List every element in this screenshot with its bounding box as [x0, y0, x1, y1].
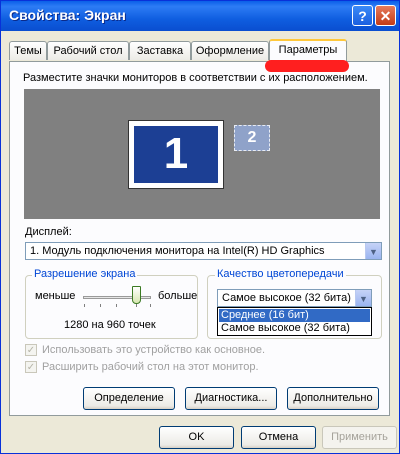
resolution-more-label: больше	[158, 290, 198, 302]
color-option-32bit[interactable]: Самое высокое (32 бита)	[219, 322, 370, 335]
color-quality-select-value: Самое высокое (32 бита)	[222, 292, 351, 304]
color-option-16bit[interactable]: Среднее (16 бит)	[219, 309, 370, 322]
monitor-2-icon[interactable]: 2	[234, 125, 270, 151]
display-select-value: 1. Модуль подключения монитора на Intel(…	[30, 245, 325, 257]
slider-tick	[136, 304, 137, 307]
annotation-mark	[265, 60, 349, 72]
monitor-1-label: 1	[134, 126, 218, 183]
display-properties-window: Свойства: Экран ? ✕ Темы Рабочий стол За…	[0, 0, 400, 454]
chevron-down-icon[interactable]: ▼	[355, 290, 371, 306]
resolution-less-label: меньше	[35, 290, 76, 302]
identify-button[interactable]: Определение	[83, 387, 175, 410]
window-title: Свойства: Экран	[9, 7, 126, 23]
slider-tick	[84, 304, 85, 307]
checkbox-check-icon: ✓	[25, 344, 37, 356]
slider-tick	[150, 304, 151, 307]
tab-settings[interactable]: Параметры	[269, 39, 347, 61]
slider-tick	[100, 304, 101, 307]
instruction-text: Разместите значки мониторов в соответств…	[23, 72, 368, 84]
apply-button[interactable]: Применить	[322, 426, 397, 449]
color-quality-dropdown-list: Среднее (16 бит) Самое высокое (32 бита)	[217, 307, 372, 336]
troubleshoot-button[interactable]: Диагностика...	[185, 387, 277, 410]
primary-device-label: Использовать это устройство как основное…	[42, 344, 266, 356]
close-icon[interactable]: ✕	[375, 5, 396, 26]
cancel-button[interactable]: Отмена	[241, 426, 316, 449]
resolution-slider-thumb[interactable]	[132, 286, 141, 304]
ok-button[interactable]: OK	[159, 426, 234, 449]
help-button[interactable]: ?	[352, 5, 373, 26]
monitor-1-icon[interactable]: 1	[128, 120, 224, 189]
slider-tick	[116, 304, 117, 307]
resolution-value: 1280 на 960 точек	[64, 319, 156, 331]
display-label: Дисплей:	[25, 226, 72, 238]
advanced-button[interactable]: Дополнительно	[287, 387, 379, 410]
resolution-group-label: Разрешение экрана	[32, 268, 138, 280]
checkbox-check-icon: ✓	[25, 361, 37, 373]
display-select[interactable]: 1. Модуль подключения монитора на Intel(…	[25, 242, 382, 260]
extend-desktop-label: Расширить рабочий стол на этот монитор.	[42, 361, 259, 373]
tab-desktop[interactable]: Рабочий стол	[47, 41, 129, 60]
chevron-down-icon[interactable]: ▼	[365, 243, 381, 259]
title-bar[interactable]: Свойства: Экран ? ✕	[1, 1, 399, 31]
tab-themes[interactable]: Темы	[9, 41, 47, 60]
color-quality-select[interactable]: Самое высокое (32 бита) ▼	[217, 289, 372, 307]
color-quality-group-label: Качество цветопередачи	[215, 268, 346, 280]
tab-screensaver[interactable]: Заставка	[129, 41, 191, 60]
tab-appearance[interactable]: Оформление	[191, 41, 269, 60]
